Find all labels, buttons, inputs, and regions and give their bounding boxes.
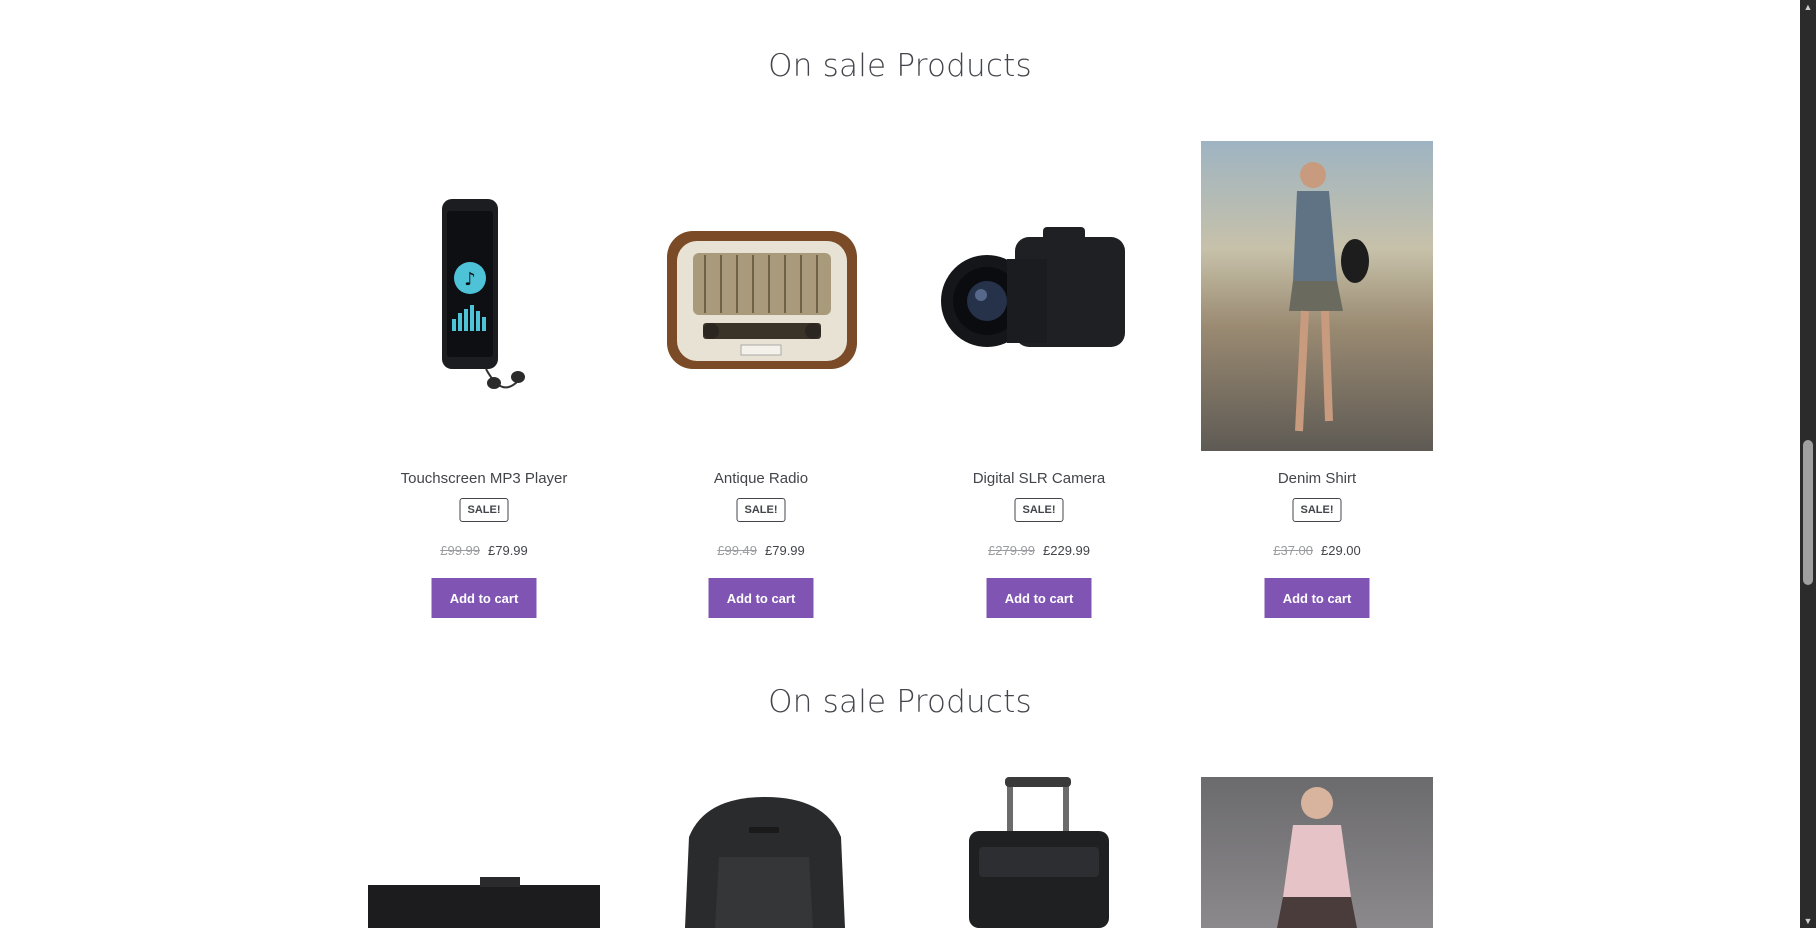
sale-badge: SALE! bbox=[1292, 498, 1342, 522]
old-price: £99.99 bbox=[440, 543, 480, 558]
scrollbar-thumb[interactable] bbox=[1803, 440, 1813, 585]
product-name[interactable]: Touchscreen MP3 Player bbox=[368, 470, 600, 487]
price: £99.99 £79.99 bbox=[368, 543, 600, 558]
price: £99.49 £79.99 bbox=[645, 543, 877, 558]
page: On sale Products ♪ Touchscreen MP3 Playe… bbox=[0, 0, 1800, 928]
sale-badge: SALE! bbox=[1014, 498, 1064, 522]
sale-badge: SALE! bbox=[459, 498, 509, 522]
sale-price: £229.99 bbox=[1043, 543, 1090, 558]
section-title: On sale Products bbox=[768, 684, 1032, 720]
add-to-cart-button[interactable]: Add to cart bbox=[986, 578, 1092, 618]
denim-shirt-image[interactable] bbox=[1201, 141, 1433, 451]
backpack-image[interactable] bbox=[645, 777, 877, 928]
old-price: £37.00 bbox=[1273, 543, 1313, 558]
sale-price: £79.99 bbox=[488, 543, 528, 558]
price: £37.00 £29.00 bbox=[1201, 543, 1433, 558]
sale-badge: SALE! bbox=[736, 498, 786, 522]
product-name[interactable]: Digital SLR Camera bbox=[923, 470, 1155, 487]
scroll-down-icon[interactable]: ▼ bbox=[1800, 914, 1816, 928]
price: £279.99 £229.99 bbox=[923, 543, 1155, 558]
product-name[interactable]: Denim Shirt bbox=[1201, 470, 1433, 487]
old-price: £279.99 bbox=[988, 543, 1035, 558]
scroll-up-icon[interactable]: ▲ bbox=[1800, 0, 1816, 14]
add-to-cart-button[interactable]: Add to cart bbox=[431, 578, 537, 618]
sale-price: £79.99 bbox=[765, 543, 805, 558]
blouse-image[interactable] bbox=[1201, 777, 1433, 928]
radio-image[interactable] bbox=[645, 141, 877, 451]
sale-price: £29.00 bbox=[1321, 543, 1361, 558]
mp3-player-image[interactable]: ♪ bbox=[368, 141, 600, 451]
camera-image[interactable] bbox=[923, 141, 1155, 451]
product-name[interactable]: Antique Radio bbox=[645, 470, 877, 487]
svg-text:♪: ♪ bbox=[464, 269, 476, 290]
section-title: On sale Products bbox=[768, 48, 1032, 84]
add-to-cart-button[interactable]: Add to cart bbox=[708, 578, 814, 618]
add-to-cart-button[interactable]: Add to cart bbox=[1264, 578, 1370, 618]
rolling-suitcase-image[interactable] bbox=[923, 777, 1155, 928]
vertical-scrollbar[interactable]: ▲ ▼ bbox=[1800, 0, 1816, 928]
battery-grip-image[interactable] bbox=[368, 777, 600, 928]
old-price: £99.49 bbox=[717, 543, 757, 558]
